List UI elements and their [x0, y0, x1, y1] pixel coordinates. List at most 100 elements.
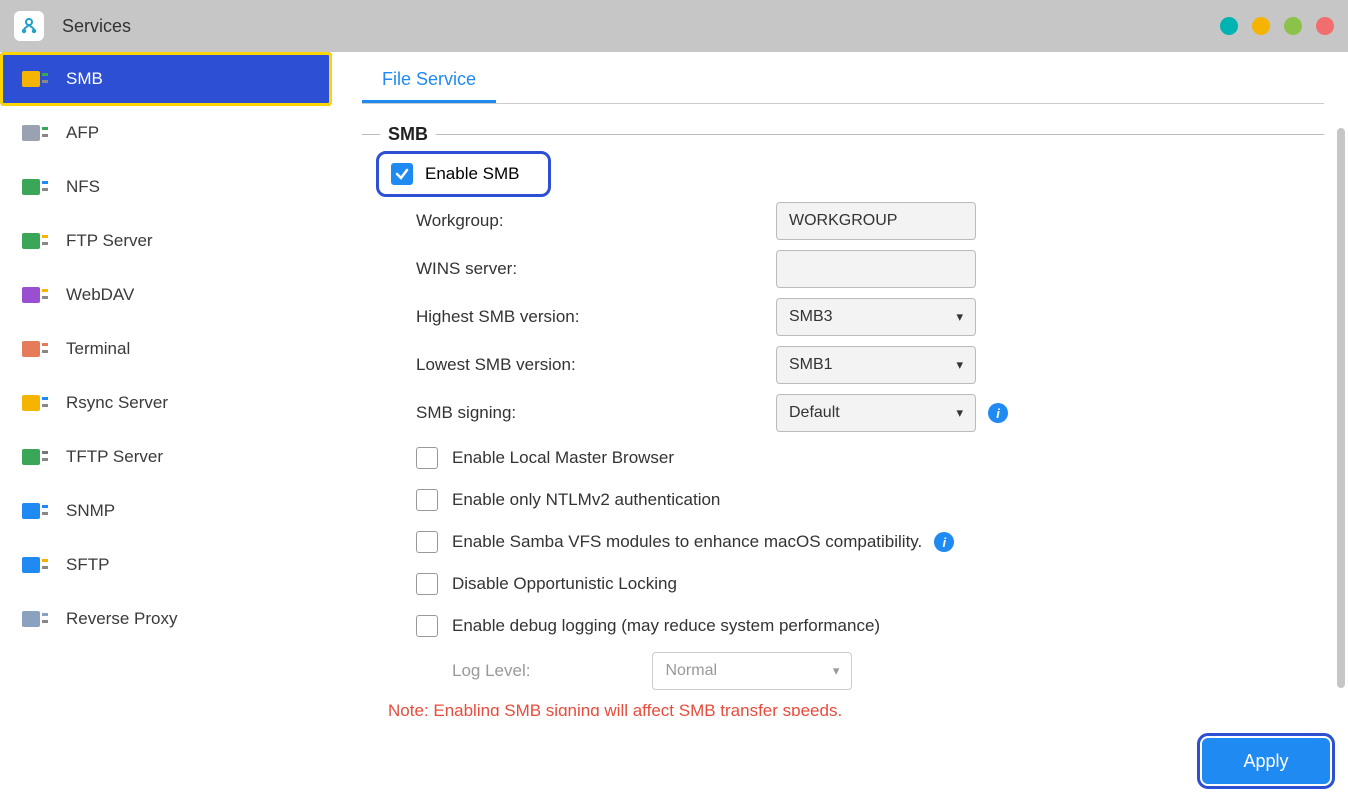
chevron-down-icon: ▾	[956, 309, 963, 325]
option-label: Disable Opportunistic Locking	[452, 574, 677, 594]
content-pane: File Service SMB Enable SMB Workgroup: W…	[362, 52, 1338, 716]
service-icon	[22, 175, 52, 199]
window-controls	[1220, 17, 1334, 35]
service-icon	[22, 283, 52, 307]
sidebar-item-label: SMB	[66, 69, 103, 89]
option-label: Enable debug logging (may reduce system …	[452, 616, 880, 636]
titlebar: Services	[0, 0, 1348, 52]
select-value: Normal	[665, 662, 717, 680]
select-value: Default	[789, 404, 840, 422]
option-row[interactable]: Enable Local Master Browser	[416, 437, 1338, 479]
sidebar-item-nfs[interactable]: NFS	[0, 160, 332, 214]
checkbox-icon	[416, 447, 438, 469]
sidebar-item-snmp[interactable]: SNMP	[0, 484, 332, 538]
section-title: SMB	[388, 124, 428, 145]
sidebar-item-ftp-server[interactable]: FTP Server	[0, 214, 332, 268]
service-icon	[22, 499, 52, 523]
apply-button[interactable]: Apply	[1202, 738, 1330, 784]
sidebar-item-label: Reverse Proxy	[66, 609, 177, 629]
window-dot-1[interactable]	[1220, 17, 1238, 35]
row-lowest-smb: Lowest SMB version: SMB1 ▾	[416, 341, 1338, 389]
checkbox-icon	[391, 163, 413, 185]
row-log-level: Log Level: Normal ▾	[452, 647, 1338, 695]
enable-smb-checkbox[interactable]: Enable SMB	[376, 151, 551, 197]
input-wins[interactable]	[776, 250, 976, 288]
sidebar-item-smb[interactable]: SMB	[0, 52, 332, 106]
sidebar-item-label: SFTP	[66, 555, 109, 575]
chevron-down-icon: ▾	[956, 357, 963, 373]
sidebar-item-terminal[interactable]: Terminal	[0, 322, 332, 376]
option-row[interactable]: Enable debug logging (may reduce system …	[416, 605, 1338, 647]
checkbox-icon	[416, 489, 438, 511]
sidebar-item-label: Rsync Server	[66, 393, 168, 413]
options-group: Enable Local Master Browser Enable only N…	[362, 437, 1338, 647]
sidebar-item-webdav[interactable]: WebDAV	[0, 268, 332, 322]
input-workgroup[interactable]	[776, 202, 976, 240]
select-smb-signing[interactable]: Default ▾	[776, 394, 976, 432]
window-title: Services	[62, 16, 131, 37]
select-highest-smb[interactable]: SMB3 ▾	[776, 298, 976, 336]
tab-file-service[interactable]: File Service	[362, 69, 496, 103]
sidebar-item-label: SNMP	[66, 501, 115, 521]
enable-smb-label: Enable SMB	[425, 164, 520, 184]
row-smb-signing: SMB signing: Default ▾ i	[416, 389, 1338, 437]
checkbox-icon	[416, 615, 438, 637]
info-icon[interactable]: i	[988, 403, 1008, 423]
option-row[interactable]: Enable only NTLMv2 authentication	[416, 479, 1338, 521]
sidebar-item-tftp-server[interactable]: TFTP Server	[0, 430, 332, 484]
sidebar-item-label: WebDAV	[66, 285, 134, 305]
window-dot-3[interactable]	[1284, 17, 1302, 35]
label-smb-signing: SMB signing:	[416, 403, 776, 423]
info-icon[interactable]: i	[934, 532, 954, 552]
sidebar-item-sftp[interactable]: SFTP	[0, 538, 332, 592]
label-wins: WINS server:	[416, 259, 776, 279]
service-icon	[22, 67, 52, 91]
app-icon	[14, 11, 44, 41]
sidebar: SMB AFP NFS FTP Server WebDAV Terminal Rsync S…	[0, 52, 332, 806]
sidebar-item-label: NFS	[66, 177, 100, 197]
note-text: Note: Enabling SMB signing will affect S…	[388, 701, 1338, 716]
tab-bar: File Service	[362, 52, 1324, 104]
option-label: Enable Local Master Browser	[452, 448, 674, 468]
select-value: SMB1	[789, 356, 833, 374]
label-log-level: Log Level:	[452, 661, 530, 681]
window-dot-2[interactable]	[1252, 17, 1270, 35]
sidebar-item-label: TFTP Server	[66, 447, 163, 467]
label-highest-smb: Highest SMB version:	[416, 307, 776, 327]
tab-label: File Service	[382, 69, 476, 89]
select-log-level: Normal ▾	[652, 652, 852, 690]
service-icon	[22, 445, 52, 469]
label-workgroup: Workgroup:	[416, 211, 776, 231]
chevron-down-icon: ▾	[956, 405, 963, 421]
sidebar-item-label: FTP Server	[66, 231, 153, 251]
sidebar-item-afp[interactable]: AFP	[0, 106, 332, 160]
service-icon	[22, 121, 52, 145]
service-icon	[22, 337, 52, 361]
row-highest-smb: Highest SMB version: SMB3 ▾	[416, 293, 1338, 341]
sidebar-item-label: AFP	[66, 123, 99, 143]
scrollbar[interactable]	[1337, 128, 1345, 688]
label-lowest-smb: Lowest SMB version:	[416, 355, 776, 375]
checkbox-icon	[416, 531, 438, 553]
apply-label: Apply	[1243, 751, 1288, 771]
chevron-down-icon: ▾	[833, 663, 840, 679]
option-label: Enable only NTLMv2 authentication	[452, 490, 720, 510]
row-workgroup: Workgroup:	[416, 197, 1338, 245]
option-label: Enable Samba VFS modules to enhance macO…	[452, 532, 922, 552]
sidebar-item-rsync-server[interactable]: Rsync Server	[0, 376, 332, 430]
service-icon	[22, 391, 52, 415]
sidebar-item-label: Terminal	[66, 339, 130, 359]
select-value: SMB3	[789, 308, 833, 326]
select-lowest-smb[interactable]: SMB1 ▾	[776, 346, 976, 384]
window-dot-4[interactable]	[1316, 17, 1334, 35]
service-icon	[22, 607, 52, 631]
footer: Apply	[362, 716, 1330, 806]
section-header: SMB	[362, 124, 1324, 145]
option-row[interactable]: Enable Samba VFS modules to enhance macO…	[416, 521, 1338, 563]
service-icon	[22, 229, 52, 253]
option-row[interactable]: Disable Opportunistic Locking	[416, 563, 1338, 605]
checkbox-icon	[416, 573, 438, 595]
row-wins: WINS server:	[416, 245, 1338, 293]
service-icon	[22, 553, 52, 577]
sidebar-item-reverse-proxy[interactable]: Reverse Proxy	[0, 592, 332, 646]
